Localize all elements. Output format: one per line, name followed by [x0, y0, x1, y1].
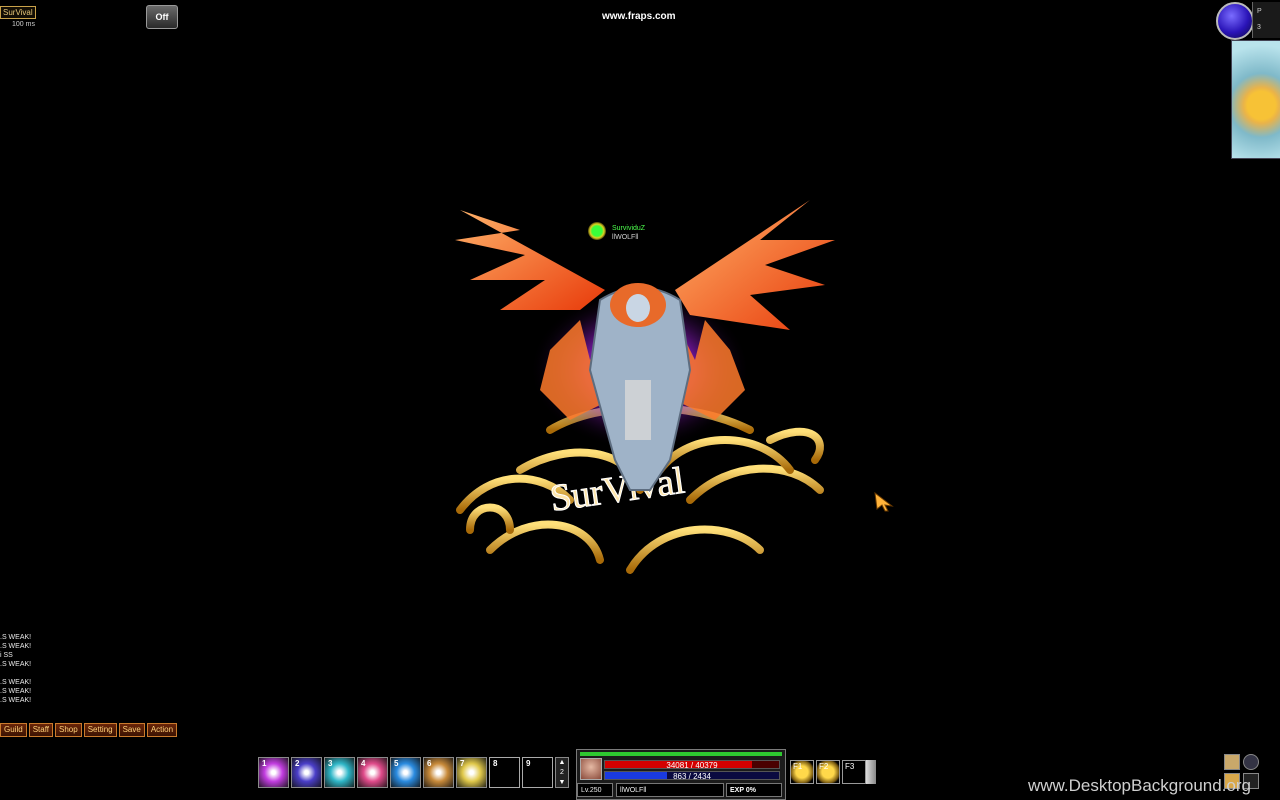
- function-key-f1[interactable]: F1: [790, 760, 814, 784]
- skill-slot[interactable]: 7: [456, 757, 487, 788]
- chat-line: .S WEAK!: [0, 643, 32, 650]
- menu-button-setting[interactable]: Setting: [83, 723, 117, 737]
- character-icon[interactable]: [1224, 754, 1240, 770]
- skill-page-number: 2: [560, 769, 564, 776]
- arrow-cursor-icon: [874, 492, 894, 512]
- menu-bar: Guild Staff Shop Setting Save Action: [0, 723, 178, 737]
- chevron-up-icon[interactable]: ▲: [556, 758, 568, 768]
- skill-slot-number: 4: [361, 759, 366, 768]
- chat-line: ​: [0, 669, 31, 678]
- menu-button-guild[interactable]: Guild: [0, 723, 27, 737]
- left-wing: [455, 210, 605, 310]
- skill-slot-number: 9: [526, 759, 531, 768]
- chevron-down-icon[interactable]: ▼: [556, 778, 568, 788]
- skill-slot-number: 7: [460, 759, 465, 768]
- chat-line: .S WEAK!: [0, 661, 32, 668]
- character-name-display: llWOLFll: [616, 783, 724, 797]
- skill-slot[interactable]: 5: [390, 757, 421, 788]
- minimap-header: P 3: [1252, 2, 1280, 38]
- stamina-bar: [580, 752, 782, 756]
- server-label: SurVival: [0, 6, 36, 19]
- minimap[interactable]: [1231, 40, 1280, 159]
- weapon: [625, 380, 651, 440]
- function-key-f2[interactable]: F2: [816, 760, 840, 784]
- head: [626, 294, 650, 322]
- skill-page-switcher[interactable]: ▲ 2 ▼: [555, 757, 569, 788]
- player-name-tag: SurvividuZ llWOLFll: [612, 224, 645, 242]
- level-display: Lv.250: [577, 783, 613, 797]
- skill-slot-number: 5: [394, 759, 399, 768]
- exp-display: EXP 0%: [726, 783, 782, 797]
- guild-emblem-icon: [588, 222, 606, 240]
- ping-readout: 100 ms: [12, 21, 35, 28]
- chat-line: .S WEAK!: [0, 688, 32, 695]
- menu-button-staff[interactable]: Staff: [28, 723, 53, 737]
- function-key-label: F3: [845, 762, 855, 771]
- guild-name: SurvividuZ: [612, 225, 646, 232]
- skill-slot[interactable]: 3: [324, 757, 355, 788]
- avatar[interactable]: [580, 758, 602, 780]
- chat-line: i SS: [0, 652, 13, 659]
- function-key-label: F2: [819, 762, 829, 771]
- skill-slot[interactable]: 8: [489, 757, 520, 788]
- right-wing: [675, 200, 835, 330]
- mana-orb-icon: [1216, 2, 1254, 40]
- mp-bar: 863 / 2434: [604, 771, 780, 781]
- shield-icon[interactable]: [1243, 754, 1259, 770]
- site-watermark: www.DesktopBackground.org: [1028, 776, 1252, 795]
- menu-button-action[interactable]: Action: [146, 723, 178, 737]
- function-key-bar: F1 F2 F3: [790, 760, 866, 784]
- chat-line: .S WEAK!: [0, 679, 32, 686]
- minimap-label: 3: [1257, 24, 1261, 31]
- chat-log: .S WEAK!.S WEAK!i SS.S WEAK!​.S WEAK!.S …: [0, 633, 31, 705]
- skill-slot-number: 1: [262, 759, 267, 768]
- minimap-label: P: [1257, 8, 1262, 15]
- skill-slot-number: 2: [295, 759, 300, 768]
- skill-slot[interactable]: 9: [522, 757, 553, 788]
- hp-bar: 34081 / 40379: [604, 760, 780, 770]
- function-key-label: F1: [793, 762, 803, 771]
- chat-line: .S WEAK!: [0, 697, 32, 704]
- function-key-f3[interactable]: F3: [842, 760, 866, 784]
- skill-slot[interactable]: 4: [357, 757, 388, 788]
- skill-slot[interactable]: 1: [258, 757, 289, 788]
- skill-slot-number: 6: [427, 759, 432, 768]
- auto-toggle-button[interactable]: Off: [146, 5, 178, 29]
- skill-slot[interactable]: 2: [291, 757, 322, 788]
- skill-slot-number: 3: [328, 759, 333, 768]
- player-name: llWOLFll: [612, 234, 639, 241]
- menu-button-save[interactable]: Save: [118, 723, 145, 737]
- skill-slot-number: 8: [493, 759, 498, 768]
- fraps-watermark: www.fraps.com: [602, 11, 676, 22]
- skill-slot[interactable]: 6: [423, 757, 454, 788]
- emblem-text: SurVival: [548, 460, 687, 520]
- fkey-bar-handle[interactable]: [866, 760, 876, 784]
- chat-line: .S WEAK!: [0, 634, 32, 641]
- menu-button-shop[interactable]: Shop: [55, 723, 82, 737]
- skill-bar: 1 2 3 4 5 6 7 8 9: [258, 757, 553, 788]
